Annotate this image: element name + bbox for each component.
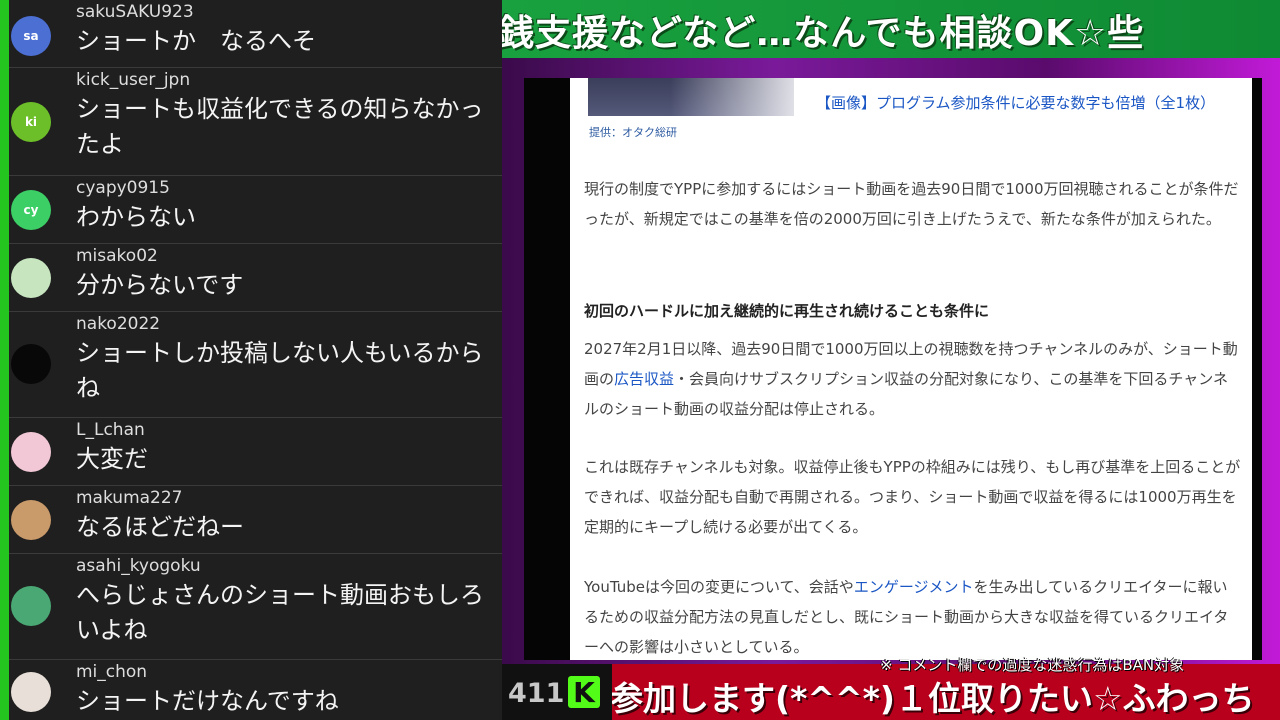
stream-view: 銭支援などなど…なんでも相談OK☆些 提供：オタク総研 【画像】プログラム参加条… [502,0,1280,720]
ad-revenue-link[interactable]: 広告収益 [614,370,674,388]
chat-rules-notice: ※ コメント欄での過度な迷惑行為はBAN対象 [880,656,1185,674]
chat-message-text: へらじょさんのショート動画おもしろいよね [76,581,484,644]
chat-message-text: なるほどだねー [76,513,244,541]
chat-message-text: 大変だ [76,445,148,473]
chat-username[interactable]: misako02 [76,246,158,266]
chat-username[interactable]: L_Lchan [76,420,145,440]
chat-message: asahi_kyogoku へらじょさんのショート動画おもしろいよね [9,554,502,660]
chat-message-text: ショートしか投稿しない人もいるからね [76,339,484,402]
chat-message: nako2022 ショートしか投稿しない人もいるからね [9,312,502,418]
chat-username[interactable]: cyapy0915 [76,178,170,198]
chat-username[interactable]: kick_user_jpn [76,70,190,90]
chat-message-text: 分からないです [76,271,244,299]
avatar[interactable] [11,432,51,472]
chat-message-list[interactable]: sa sakuSAKU923 ショートか なるへそ ki kick_user_j… [9,0,502,720]
chat-message: makuma227 なるほどだねー [9,486,502,554]
kick-logo-icon: K [568,676,600,709]
avatar[interactable] [11,258,51,298]
chat-message: ki kick_user_jpn ショートも収益化できるの知らなかったよ [9,68,502,176]
chat-message-text: ショートか なるへそ [76,27,316,55]
chat-panel: sa sakuSAKU923 ショートか なるへそ ki kick_user_j… [0,0,502,720]
article-paragraph: これは既存チャンネルも対象。収益停止後もYPPの枠組みには残り、もし再び基準を上… [584,458,1241,536]
chat-username[interactable]: sakuSAKU923 [76,2,194,22]
article-paragraph: 現行の制度でYPPに参加するにはショート動画を過去90日間で1000万回視聴され… [584,180,1239,228]
chat-username[interactable]: makuma227 [76,488,183,508]
avatar[interactable] [11,672,51,712]
avatar[interactable] [11,586,51,626]
avatar[interactable]: ki [11,102,51,142]
news-article[interactable]: 提供：オタク総研 【画像】プログラム参加条件に必要な数字も倍増（全1枚） 現行の… [570,78,1252,660]
chat-username[interactable]: nako2022 [76,314,160,334]
chat-message: mi_chon ショートだけなんですね [9,660,502,720]
avatar[interactable]: sa [11,16,51,56]
avatar[interactable] [11,344,51,384]
article-text: ・会員向けサブスクリプション収益の分配対象になり、この基準を下回るチャンネルのシ… [584,370,1228,418]
bottom-ticker-text: 参加します(*^^*)１位取りたい☆ふわっち [612,679,1255,718]
chat-accent-rail [0,0,9,720]
avatar[interactable]: cy [11,190,51,230]
chat-message: sa sakuSAKU923 ショートか なるへそ [9,0,502,68]
article-paragraph: 2027年2月1日以降、過去90日間で1000万回以上の視聴数を持つチャンネルの… [584,334,1242,424]
chat-message: cy cyapy0915 わからない [9,176,502,244]
chat-message-text: ショートも収益化できるの知らなかったよ [76,95,484,158]
article-image-link[interactable]: 【画像】プログラム参加条件に必要な数字も倍増（全1枚） [816,90,1226,117]
chat-message: L_Lchan 大変だ [9,418,502,486]
chat-username[interactable]: mi_chon [76,662,147,682]
engagement-link[interactable]: エンゲージメント [854,578,974,596]
chat-message-text: わからない [76,203,196,231]
article-text: YouTubeは今回の変更について、会話や [584,578,854,596]
article-image-overlay [588,78,794,116]
chat-username[interactable]: asahi_kyogoku [76,556,201,576]
article-heading: 初回のハードルに加え継続的に再生され続けることも条件に [584,302,990,320]
top-ticker-text: 銭支援などなど…なんでも相談OK☆些 [502,13,1145,54]
article-image-credit: 提供：オタク総研 [589,126,677,139]
chat-message: misako02 分からないです [9,244,502,312]
chat-message-text: ショートだけなんですね [76,687,339,715]
article-paragraph: YouTubeは今回の変更について、会話やエンゲージメントを生み出しているクリエ… [584,572,1242,660]
avatar[interactable] [11,500,51,540]
top-ticker-banner: 銭支援などなど…なんでも相談OK☆些 [502,0,1280,58]
viewer-count: 411 [508,678,565,709]
